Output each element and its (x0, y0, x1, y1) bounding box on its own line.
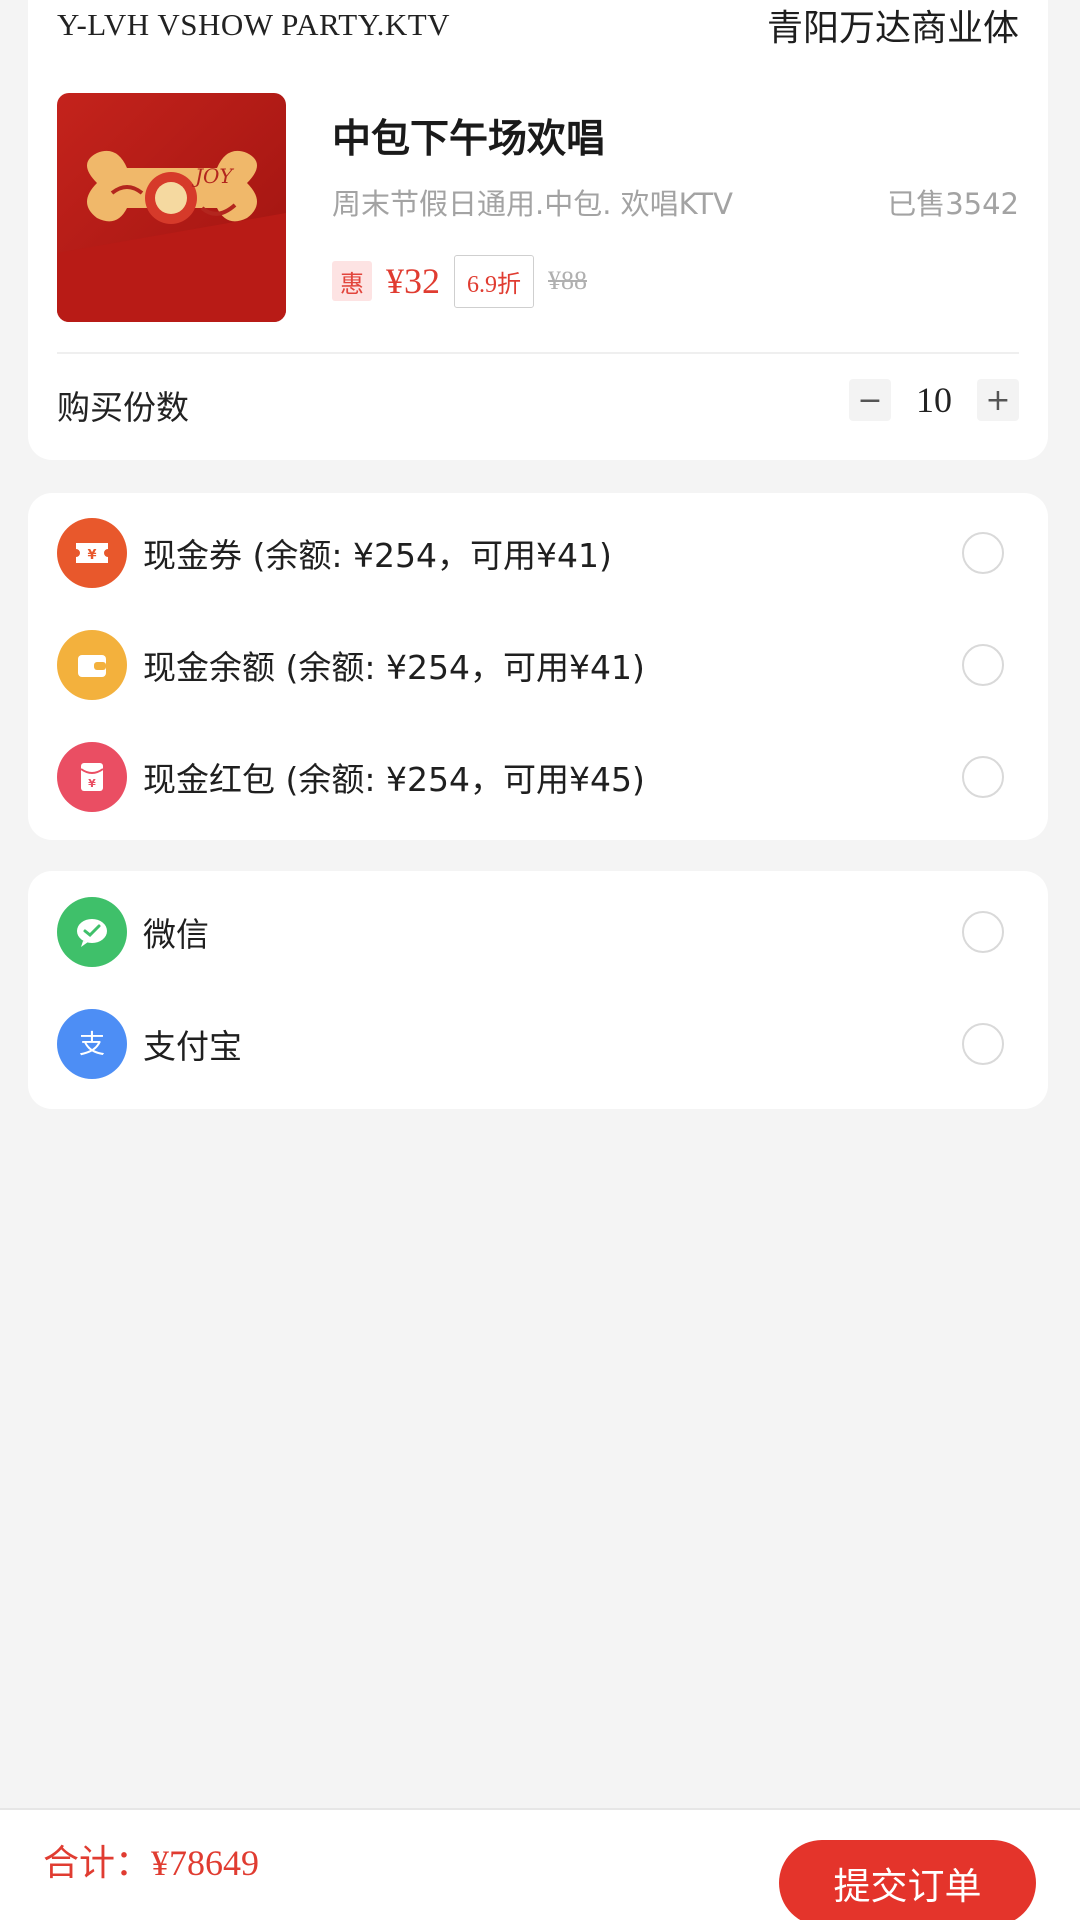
checkout-footer: 合计：¥78649 提交订单 (0, 1808, 1080, 1920)
gift-box-image: JOY (57, 93, 286, 322)
radio-button[interactable] (962, 644, 1004, 686)
quantity-stepper: − 10 + (849, 374, 1019, 426)
total-label: 合计： (43, 1843, 152, 1884)
order-total: 合计：¥78649 (43, 1834, 259, 1886)
radio-button[interactable] (962, 756, 1004, 798)
svg-text:支: 支 (79, 1030, 105, 1060)
radio-button[interactable] (962, 911, 1004, 953)
product-image[interactable]: JOY (57, 93, 286, 322)
product-title: 中包下午场欢唱 (332, 117, 606, 162)
shop-header: Y-LVH VSHOW PARTY.KTV 青阳万达商业体 (57, 0, 1019, 50)
balance-option-label: 现金红包 (余额: ¥254，可用¥45) (143, 760, 645, 799)
quantity-label: 购买份数 (57, 388, 189, 427)
payment-option-label: 微信 (143, 915, 209, 954)
image-text: JOY (191, 164, 234, 188)
coupon-icon: ¥ (57, 518, 127, 588)
shop-location[interactable]: 青阳万达商业体 (767, 0, 1019, 51)
original-price: ¥88 (548, 266, 587, 295)
total-amount: ¥78649 (151, 1843, 260, 1883)
quantity-value[interactable]: 10 (905, 379, 963, 421)
submit-order-button[interactable]: 提交订单 (779, 1840, 1036, 1920)
product-description: 周末节假日通用.中包. 欢唱KTV (332, 187, 733, 221)
radio-button[interactable] (962, 532, 1004, 574)
payment-option-alipay[interactable]: 支 支付宝 (57, 1009, 1004, 1079)
wechat-icon (57, 897, 127, 967)
price-row: 惠 ¥32 6.9折 ¥88 (332, 252, 587, 310)
increment-button[interactable]: + (977, 379, 1019, 421)
radio-button[interactable] (962, 1023, 1004, 1065)
payment-option-wechat[interactable]: 微信 (57, 897, 1004, 967)
balance-option-label: 现金券 (余额: ¥254，可用¥41) (143, 536, 612, 575)
red-packet-icon: ¥ (57, 742, 127, 812)
order-page: Y-LVH VSHOW PARTY.KTV 青阳万达商业体 JOY 中包下午场欢… (0, 0, 1080, 1920)
sold-count: 已售3542 (887, 187, 1019, 221)
discount-tag: 6.9折 (454, 254, 534, 308)
payment-methods-card: 微信 支 支付宝 (28, 871, 1048, 1109)
current-price: ¥32 (386, 261, 440, 301)
payment-option-label: 支付宝 (143, 1027, 242, 1066)
svg-text:¥: ¥ (88, 777, 96, 790)
wallet-icon (57, 630, 127, 700)
balance-option-cash[interactable]: 现金余额 (余额: ¥254，可用¥41) (57, 630, 1004, 700)
deal-badge: 惠 (332, 261, 372, 301)
shop-name: Y-LVH VSHOW PARTY.KTV (57, 7, 451, 42)
decrement-button[interactable]: − (849, 379, 891, 421)
balance-option-red-packet[interactable]: ¥ 现金红包 (余额: ¥254，可用¥45) (57, 742, 1004, 812)
divider (57, 352, 1019, 354)
product-card: Y-LVH VSHOW PARTY.KTV 青阳万达商业体 JOY 中包下午场欢… (28, 0, 1048, 460)
alipay-icon: 支 (57, 1009, 127, 1079)
balance-option-coupon[interactable]: ¥ 现金券 (余额: ¥254，可用¥41) (57, 518, 1004, 588)
balance-options-card: ¥ 现金券 (余额: ¥254，可用¥41) 现金余额 (余额: ¥254，可用… (28, 493, 1048, 840)
balance-option-label: 现金余额 (余额: ¥254，可用¥41) (143, 648, 645, 687)
svg-text:¥: ¥ (87, 548, 96, 563)
